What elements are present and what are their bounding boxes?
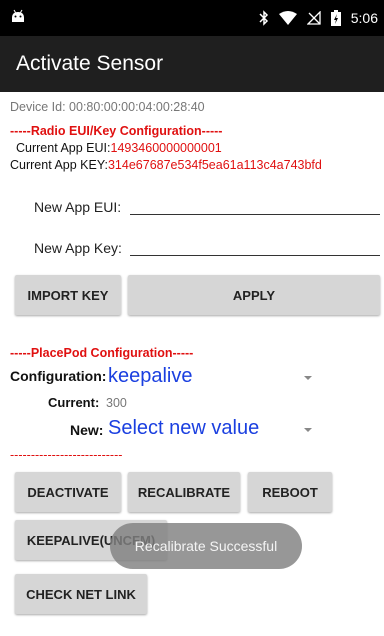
recalibrate-button[interactable]: RECALIBRATE <box>128 472 240 512</box>
current-app-eui-label: Current App EUI: <box>16 141 111 155</box>
current-app-eui-value: 1493460000000001 <box>110 141 222 155</box>
new-label: New: <box>70 422 104 438</box>
deactivate-button[interactable]: DEACTIVATE <box>15 472 121 512</box>
wifi-icon <box>278 11 297 25</box>
configuration-dropdown-icon[interactable] <box>304 376 312 380</box>
new-value-dropdown-icon[interactable] <box>304 428 312 432</box>
current-app-key: Current App KEY:314e67687e534f5ea61a113c… <box>10 158 322 172</box>
import-key-button[interactable]: IMPORT KEY <box>15 275 121 315</box>
current-app-eui: Current App EUI:1493460000000001 <box>16 141 222 155</box>
battery-icon <box>330 10 341 26</box>
new-app-key-underline <box>130 255 380 256</box>
current-value: 300 <box>106 396 127 410</box>
apply-button[interactable]: APPLY <box>128 275 380 315</box>
status-time: 5:06 <box>350 10 378 26</box>
toast-message: Recalibrate Successful <box>110 523 302 569</box>
device-id-text: Device Id: 00:80:00:00:04:00:28:40 <box>10 100 205 114</box>
new-value-spinner[interactable]: Select new value <box>108 417 259 440</box>
no-signal-icon <box>306 11 321 25</box>
app-bar: Activate Sensor <box>0 36 384 92</box>
new-app-key-label: New App Key: <box>34 240 122 256</box>
new-app-eui-underline <box>130 214 380 215</box>
radio-config-heading: -----Radio EUI/Key Configuration----- <box>10 124 223 138</box>
bluetooth-icon <box>259 10 268 26</box>
check-net-link-button[interactable]: CHECK NET LINK <box>15 574 147 614</box>
status-bar: 5:06 <box>0 0 384 36</box>
reboot-button[interactable]: REBOOT <box>248 472 332 512</box>
placepod-config-heading: -----PlacePod Configuration----- <box>10 346 194 360</box>
current-label: Current: <box>48 395 100 410</box>
current-app-key-label: Current App KEY: <box>10 158 108 172</box>
new-app-eui-label: New App EUI: <box>34 199 122 215</box>
android-icon <box>12 9 24 22</box>
section-divider: --------------------------- <box>10 448 123 462</box>
configuration-spinner[interactable]: keepalive <box>108 365 193 388</box>
configuration-label: Configuration: <box>10 368 107 384</box>
current-app-key-value: 314e67687e534f5ea61a113c4a743bfd <box>107 158 322 172</box>
page-title: Activate Sensor <box>16 52 164 75</box>
